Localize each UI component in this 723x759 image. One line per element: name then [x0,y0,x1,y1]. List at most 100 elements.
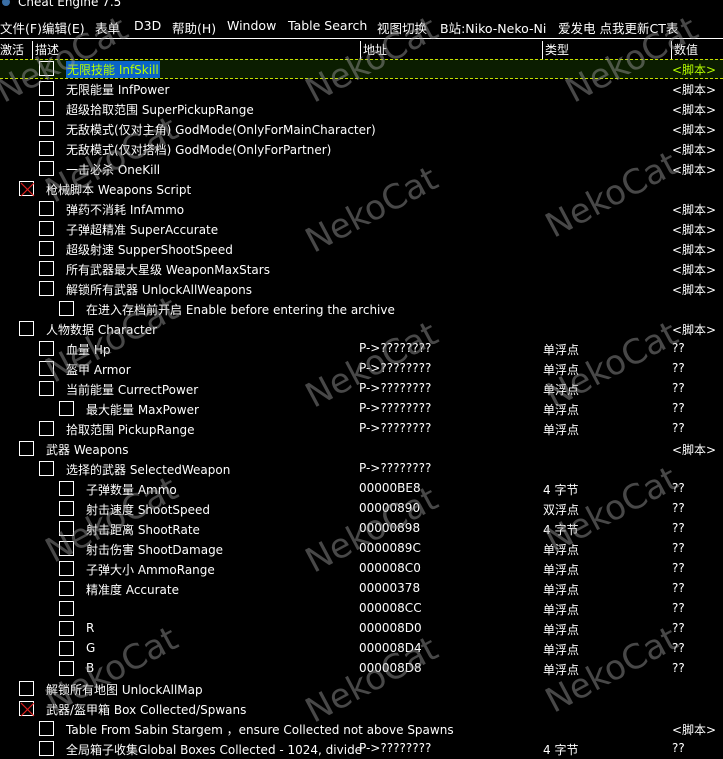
table-row[interactable]: 子弹大小 AmmoRange 000008C0 单浮点?? [0,559,723,579]
table-row[interactable]: 000008CC 单浮点?? [0,599,723,619]
menu-help[interactable]: 帮助(H) [172,18,216,37]
checkbox[interactable] [59,301,74,316]
menu-table-search[interactable]: Table Search [288,18,367,33]
checkbox[interactable] [39,241,54,256]
table-row[interactable]: 无敌模式(仅对搭档) GodMode(OnlyForPartner) <脚本> [0,139,723,159]
column-value[interactable]: 数值 [671,41,698,59]
table-row[interactable]: 人物数据 Character <脚本> [0,319,723,339]
checkbox[interactable] [39,461,54,476]
table-row[interactable]: 弹药不消耗 InfAmmo <脚本> [0,199,723,219]
checkbox[interactable] [19,441,34,456]
row-type: 单浮点 [543,363,580,377]
checkbox[interactable] [39,121,54,136]
checkbox[interactable] [39,421,54,436]
table-row[interactable]: 超级射速 SupperShootSpeed <脚本> [0,239,723,259]
checkbox[interactable] [19,681,34,696]
checkbox[interactable] [39,201,54,216]
table-row[interactable]: 最大能量 MaxPower P->???????? 单浮点?? [0,399,723,419]
menu-d3d[interactable]: D3D [134,18,161,33]
checkbox[interactable] [59,401,74,416]
column-type[interactable]: 类型 [542,41,569,59]
checkbox[interactable] [39,361,54,376]
table-row[interactable]: 超级拾取范围 SuperPickupRange <脚本> [0,99,723,119]
table-row[interactable]: B 000008D8 单浮点?? [0,659,723,679]
menu-edit[interactable]: 编辑(E) [42,18,85,37]
row-type: 单浮点 [543,563,580,577]
menu-update[interactable]: 爱发电 点我更新CT表 [558,18,678,37]
checkbox[interactable] [39,341,54,356]
checkbox[interactable] [59,561,74,576]
row-value: ?? [672,361,685,375]
checkbox[interactable] [39,161,54,176]
checkbox[interactable] [39,721,54,736]
row-value: ?? [672,541,685,555]
app-icon [2,0,10,6]
column-description[interactable]: 描述 [32,41,59,59]
table-row[interactable]: 一击必杀 OneKill <脚本> [0,159,723,179]
checkbox[interactable] [39,141,54,156]
menu-bilibili[interactable]: B站:Niko-Neko-Ni [440,18,546,37]
table-row[interactable]: 精准度 Accurate 00000378 单浮点?? [0,579,723,599]
row-address: 000008CC [359,601,422,615]
table-row[interactable]: 武器/盔甲箱 Box Collected/Spwans [0,699,723,719]
checkbox-checked[interactable] [19,181,35,197]
checkbox[interactable] [39,281,54,296]
row-address: 000008C0 [359,561,421,575]
checkbox[interactable] [59,661,74,676]
table-row[interactable]: Table From Sabin Stargem ，ensure Collect… [0,719,723,739]
checkbox[interactable] [59,641,74,656]
checkbox[interactable] [39,81,54,96]
menu-table[interactable]: 表单 [95,18,120,37]
table-row[interactable]: 拾取范围 PickupRange P->???????? 单浮点?? [0,419,723,439]
table-row[interactable]: 全局箱子收集Global Boxes Collected - 1024, div… [0,739,723,759]
checkbox[interactable] [39,221,54,236]
table-row[interactable]: 解锁所有地图 UnlockAllMap [0,679,723,699]
checkbox[interactable] [59,481,74,496]
table-row[interactable]: 射击距离 ShootRate 00000898 4 字节?? [0,519,723,539]
table-row[interactable]: 无限能量 InfPower <脚本> [0,79,723,99]
menu-window[interactable]: Window [227,18,276,33]
checkbox[interactable] [59,581,74,596]
row-type: 单浮点 [543,603,580,617]
table-row[interactable]: G 000008D4 单浮点?? [0,639,723,659]
checkbox[interactable] [39,261,54,276]
checkbox[interactable] [39,381,54,396]
table-row[interactable]: 武器 Weapons <脚本> [0,439,723,459]
column-active[interactable]: 激活 [0,41,24,59]
table-row[interactable]: 子弹超精准 SuperAccurate <脚本> [0,219,723,239]
table-row[interactable]: 盔甲 Armor P->???????? 单浮点?? [0,359,723,379]
row-description: 无限能量 InfPower [66,83,170,97]
table-row[interactable]: 所有武器最大星级 WeaponMaxStars <脚本> [0,259,723,279]
table-row[interactable]: 当前能量 CurrectPower P->???????? 单浮点?? [0,379,723,399]
checkbox[interactable] [39,741,54,756]
column-address[interactable]: 地址 [360,41,387,59]
table-row[interactable]: R 000008D0 单浮点?? [0,619,723,639]
table-row[interactable]: 选择的武器 SelectedWeapon P->???????? [0,459,723,479]
table-row[interactable]: 射击伤害 ShootDamage 0000089C 单浮点?? [0,539,723,559]
table-row[interactable]: 枪械脚本 Weapons Script [0,179,723,199]
checkbox[interactable] [59,601,74,616]
table-row[interactable]: 子弹数量 Ammo 00000BE8 4 字节?? [0,479,723,499]
checkbox[interactable] [39,61,54,76]
checkbox[interactable] [59,521,74,536]
table-row[interactable]: 在进入存档前开启 Enable before entering the arch… [0,299,723,319]
checkbox-checked[interactable] [19,701,35,717]
checkbox[interactable] [59,541,74,556]
checkbox[interactable] [59,501,74,516]
row-description: 射击速度 ShootSpeed [86,503,211,517]
row-type: 单浮点 [543,383,580,397]
row-value: ?? [672,621,685,635]
table-row[interactable]: 无敌模式(仅对主角) GodMode(OnlyForMainCharacter)… [0,119,723,139]
checkbox[interactable] [19,321,34,336]
table-row[interactable]: 血量 Hp P->???????? 单浮点?? [0,339,723,359]
row-address: P->???????? [359,741,432,755]
row-description: 一击必杀 OneKill [66,163,161,177]
table-row[interactable]: 解锁所有武器 UnlockAllWeapons <脚本> [0,279,723,299]
table-row[interactable]: 无限技能 InfSkill <脚本> [0,59,723,79]
menu-file[interactable]: 文件(F) [0,18,42,37]
checkbox[interactable] [39,101,54,116]
menu-view-switch[interactable]: 视图切换 [377,18,427,37]
checkbox[interactable] [59,621,74,636]
row-description: 射击距离 ShootRate [86,523,200,537]
table-row[interactable]: 射击速度 ShootSpeed 00000890 双浮点?? [0,499,723,519]
